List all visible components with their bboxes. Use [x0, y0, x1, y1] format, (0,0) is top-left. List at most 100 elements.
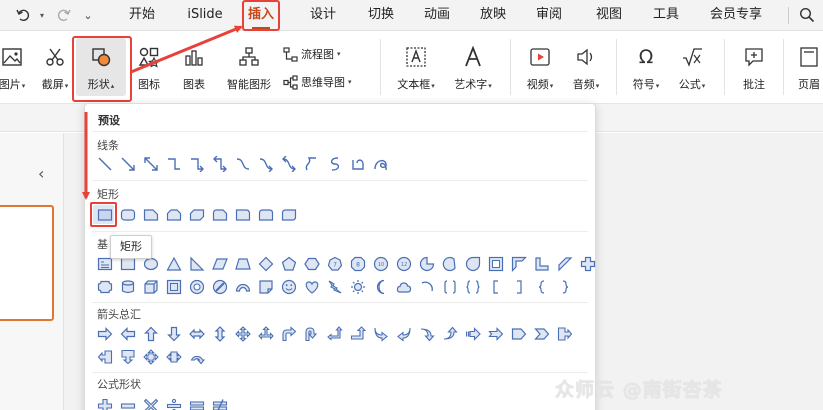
shape-arrow-line[interactable] [116, 152, 139, 175]
shape-left-up-arrow[interactable] [323, 322, 346, 345]
shape-teardrop[interactable] [461, 252, 484, 275]
shape-right-arrow-callout[interactable] [553, 322, 576, 345]
shape-snip-round[interactable] [208, 203, 231, 226]
shape-donut[interactable] [185, 275, 208, 298]
video-button[interactable]: 视频▾ [520, 45, 560, 92]
shape-curved-arrow[interactable] [254, 152, 277, 175]
shape-right-bracket[interactable] [507, 275, 530, 298]
shape-chevron[interactable] [530, 322, 553, 345]
shape-round-single-corner[interactable] [231, 203, 254, 226]
shape-pentagon-arrow[interactable] [507, 322, 530, 345]
tab-review[interactable]: 审阅 [524, 0, 574, 31]
shape-double-brace[interactable] [461, 275, 484, 298]
shape-u-turn-arrow[interactable] [300, 322, 323, 345]
mindmap-button[interactable]: 思维导图 ▾ [283, 72, 352, 92]
shape-heart[interactable] [300, 275, 323, 298]
shape-quad-arrow[interactable] [231, 322, 254, 345]
shape-l-shape[interactable] [530, 252, 553, 275]
screenshot-button[interactable]: 截屏▾ [36, 45, 74, 92]
shape-curved-right-arrow[interactable] [369, 322, 392, 345]
audio-button[interactable]: 音频▾ [566, 45, 606, 92]
shape-right-triangle[interactable] [185, 252, 208, 275]
shape-notched-right-arrow[interactable] [484, 322, 507, 345]
textbox-button[interactable]: 文本框▾ [391, 45, 441, 92]
shape-chord[interactable] [438, 252, 461, 275]
shape-arc[interactable] [415, 275, 438, 298]
shape-moon[interactable] [369, 275, 392, 298]
collapse-pane-button[interactable]: ‹ [38, 164, 44, 183]
shape-round-same-side[interactable] [254, 203, 277, 226]
shape-left-right-arrow-callout[interactable] [162, 345, 185, 368]
symbol-button[interactable]: Ω 符号▾ [626, 45, 666, 92]
tab-view[interactable]: 视图 [584, 0, 634, 31]
shape-scribble[interactable] [369, 152, 392, 175]
flowchart-button[interactable]: 流程图 ▾ [283, 44, 341, 64]
shape-parallelogram[interactable] [208, 252, 231, 275]
shape-hexagon[interactable] [300, 252, 323, 275]
shape-plaque[interactable] [93, 275, 116, 298]
shape-snip-single-corner[interactable] [139, 203, 162, 226]
slide-thumbnail[interactable] [0, 205, 54, 321]
tab-animation[interactable]: 动画 [412, 0, 462, 31]
shape-right-brace[interactable] [553, 275, 576, 298]
smartart-button[interactable]: 智能图形 [222, 45, 276, 92]
search-button[interactable] [797, 7, 817, 23]
shape-curve[interactable] [300, 152, 323, 175]
tab-design[interactable]: 设计 [298, 0, 348, 31]
shape-curved-left-arrow[interactable] [392, 322, 415, 345]
redo-button[interactable] [55, 7, 73, 23]
shape-quad-arrow-callout[interactable] [139, 345, 162, 368]
shape-not-equal[interactable] [208, 394, 231, 410]
shape-frame[interactable] [484, 252, 507, 275]
shape-polyline[interactable] [346, 152, 369, 175]
shape-up-down-arrow[interactable] [208, 322, 231, 345]
shape-divide[interactable] [162, 394, 185, 410]
shape-block-arc[interactable] [231, 275, 254, 298]
shape-bent-arrow[interactable] [277, 322, 300, 345]
shape-line[interactable] [93, 152, 116, 175]
shape-dodecagon[interactable]: 12 [392, 252, 415, 275]
header-button[interactable]: 页眉 [792, 45, 823, 92]
shape-plus[interactable] [93, 394, 116, 410]
shape-snip-same-side[interactable] [162, 203, 185, 226]
shape-curved-double-arrow[interactable] [277, 152, 300, 175]
shape-left-bracket[interactable] [484, 275, 507, 298]
shape-octagon[interactable]: 8 [346, 252, 369, 275]
shape-bent-up-arrow[interactable] [346, 322, 369, 345]
shape-double-arrow-line[interactable] [139, 152, 162, 175]
shape-circular-arrow[interactable] [185, 345, 208, 368]
shape-lightning-bolt[interactable] [323, 275, 346, 298]
shape-pentagon[interactable] [277, 252, 300, 275]
shape-striped-right-arrow[interactable] [461, 322, 484, 345]
shape-no-symbol[interactable] [208, 275, 231, 298]
shape-freeform[interactable] [323, 152, 346, 175]
shape-down-arrow-callout[interactable] [116, 345, 139, 368]
shape-double-bracket[interactable] [438, 275, 461, 298]
tab-home[interactable]: 开始 [117, 0, 167, 31]
shape-cross[interactable] [576, 252, 599, 275]
shape-pie[interactable] [415, 252, 438, 275]
shape-cloud[interactable] [392, 275, 415, 298]
shape-diamond[interactable] [254, 252, 277, 275]
tab-transition[interactable]: 切换 [356, 0, 406, 31]
shape-elbow-connector[interactable] [162, 152, 185, 175]
tab-member[interactable]: 会员专享 [700, 0, 772, 31]
picture-button[interactable]: 图片▾ [0, 45, 30, 92]
shape-half-frame[interactable] [507, 252, 530, 275]
icon-button[interactable]: 图标 [133, 45, 165, 92]
shape-cube[interactable] [139, 275, 162, 298]
comment-button[interactable]: 批注 [735, 45, 773, 92]
shape-right-arrow[interactable] [93, 322, 116, 345]
shape-curved-connector[interactable] [231, 152, 254, 175]
shape-heptagon[interactable]: 7 [323, 252, 346, 275]
undo-dropdown-button[interactable]: ▾ [36, 7, 48, 23]
shape-smiley-face[interactable] [277, 275, 300, 298]
shape-folded-corner[interactable] [254, 275, 277, 298]
shape-left-right-arrow[interactable] [185, 322, 208, 345]
shape-down-arrow[interactable] [162, 322, 185, 345]
shape-can[interactable] [116, 275, 139, 298]
shape-up-arrow[interactable] [139, 322, 162, 345]
shape-left-arrow[interactable] [116, 322, 139, 345]
more-quick-access-button[interactable]: ⌄ [80, 7, 96, 23]
shape-rounded-rectangle[interactable] [116, 203, 139, 226]
